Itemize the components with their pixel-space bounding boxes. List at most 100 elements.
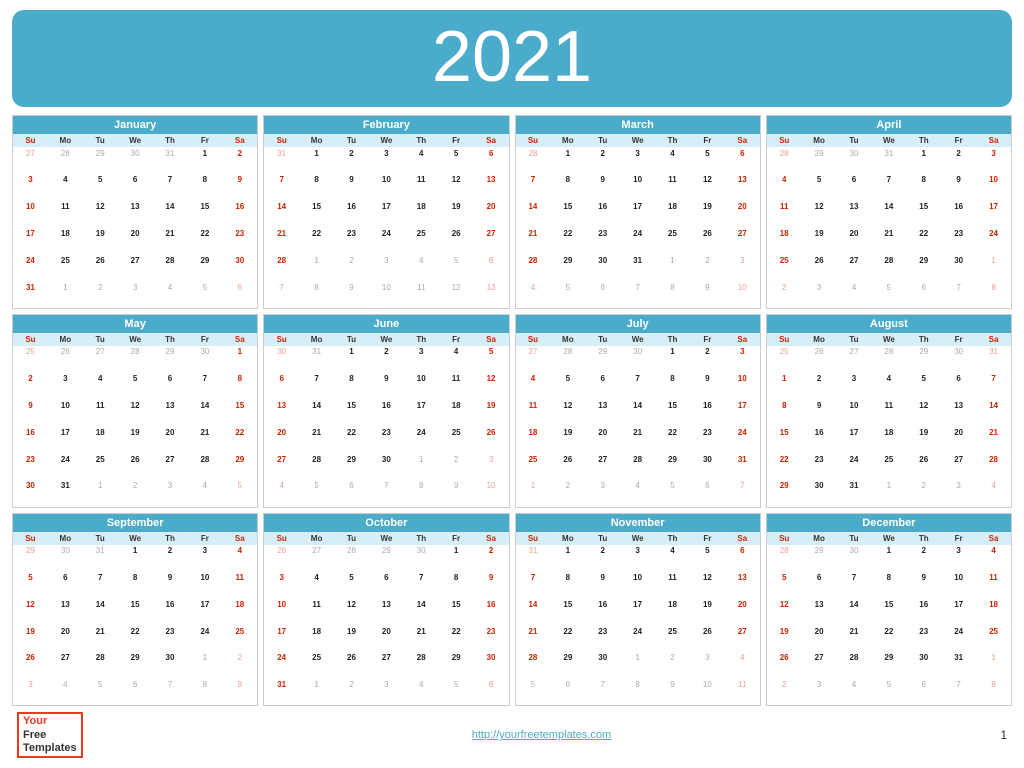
day-cell[interactable]: 2	[334, 679, 369, 706]
day-cell[interactable]: 8	[767, 400, 802, 427]
day-cell[interactable]: 1	[516, 480, 551, 507]
day-cell[interactable]: 7	[941, 281, 976, 308]
day-cell[interactable]: 30	[369, 453, 404, 480]
day-cell[interactable]: 8	[222, 373, 257, 400]
day-cell[interactable]: 15	[334, 400, 369, 427]
day-cell[interactable]: 5	[439, 147, 474, 174]
day-cell[interactable]: 14	[976, 400, 1011, 427]
day-cell[interactable]: 27	[837, 346, 872, 373]
day-cell[interactable]: 8	[976, 281, 1011, 308]
day-cell[interactable]: 30	[837, 545, 872, 572]
day-cell[interactable]: 11	[404, 281, 439, 308]
day-cell[interactable]: 4	[404, 254, 439, 281]
day-cell[interactable]: 4	[83, 373, 118, 400]
day-cell[interactable]: 14	[620, 400, 655, 427]
day-cell[interactable]: 7	[585, 679, 620, 706]
day-cell[interactable]: 28	[516, 147, 551, 174]
day-cell[interactable]: 2	[222, 147, 257, 174]
day-cell[interactable]: 13	[725, 174, 760, 201]
day-cell[interactable]: 3	[264, 571, 299, 598]
day-cell[interactable]: 12	[13, 598, 48, 625]
day-cell[interactable]: 28	[404, 652, 439, 679]
day-cell[interactable]: 12	[118, 400, 153, 427]
day-cell[interactable]: 1	[976, 652, 1011, 679]
day-cell[interactable]: 26	[48, 346, 83, 373]
day-cell[interactable]: 12	[906, 400, 941, 427]
day-cell[interactable]: 31	[620, 254, 655, 281]
day-cell[interactable]: 15	[906, 201, 941, 228]
day-cell[interactable]: 16	[690, 400, 725, 427]
day-cell[interactable]: 11	[725, 679, 760, 706]
day-cell[interactable]: 5	[13, 571, 48, 598]
day-cell[interactable]: 6	[941, 373, 976, 400]
day-cell[interactable]: 16	[222, 201, 257, 228]
day-cell[interactable]: 18	[48, 228, 83, 255]
day-cell[interactable]: 5	[299, 480, 334, 507]
day-cell[interactable]: 27	[725, 228, 760, 255]
day-cell[interactable]: 12	[802, 201, 837, 228]
day-cell[interactable]: 27	[299, 545, 334, 572]
day-cell[interactable]: 11	[655, 174, 690, 201]
day-cell[interactable]: 16	[802, 426, 837, 453]
day-cell[interactable]: 1	[299, 679, 334, 706]
day-cell[interactable]: 21	[187, 426, 222, 453]
day-cell[interactable]: 19	[83, 228, 118, 255]
day-cell[interactable]: 21	[404, 625, 439, 652]
day-cell[interactable]: 4	[837, 281, 872, 308]
day-cell[interactable]: 9	[690, 373, 725, 400]
day-cell[interactable]: 20	[941, 426, 976, 453]
day-cell[interactable]: 1	[655, 254, 690, 281]
day-cell[interactable]: 7	[404, 571, 439, 598]
day-cell[interactable]: 7	[837, 571, 872, 598]
day-cell[interactable]: 10	[620, 571, 655, 598]
day-cell[interactable]: 20	[153, 426, 188, 453]
day-cell[interactable]: 30	[13, 480, 48, 507]
day-cell[interactable]: 31	[48, 480, 83, 507]
day-cell[interactable]: 16	[13, 426, 48, 453]
day-cell[interactable]: 16	[941, 201, 976, 228]
day-cell[interactable]: 23	[941, 228, 976, 255]
day-cell[interactable]: 28	[516, 254, 551, 281]
day-cell[interactable]: 14	[264, 201, 299, 228]
day-cell[interactable]: 3	[474, 453, 509, 480]
day-cell[interactable]: 12	[767, 598, 802, 625]
day-cell[interactable]: 25	[976, 625, 1011, 652]
day-cell[interactable]: 17	[837, 426, 872, 453]
day-cell[interactable]: 18	[299, 625, 334, 652]
day-cell[interactable]: 30	[837, 147, 872, 174]
day-cell[interactable]: 4	[976, 480, 1011, 507]
day-cell[interactable]: 28	[871, 346, 906, 373]
day-cell[interactable]: 2	[83, 281, 118, 308]
day-cell[interactable]: 19	[13, 625, 48, 652]
day-cell[interactable]: 8	[439, 571, 474, 598]
day-cell[interactable]: 7	[516, 571, 551, 598]
day-cell[interactable]: 24	[837, 453, 872, 480]
day-cell[interactable]: 29	[222, 453, 257, 480]
day-cell[interactable]: 2	[153, 545, 188, 572]
day-cell[interactable]: 18	[655, 598, 690, 625]
day-cell[interactable]: 9	[222, 679, 257, 706]
day-cell[interactable]: 30	[941, 254, 976, 281]
day-cell[interactable]: 6	[474, 679, 509, 706]
day-cell[interactable]: 4	[516, 373, 551, 400]
day-cell[interactable]: 28	[187, 453, 222, 480]
day-cell[interactable]: 11	[222, 571, 257, 598]
day-cell[interactable]: 1	[299, 147, 334, 174]
day-cell[interactable]: 23	[474, 625, 509, 652]
day-cell[interactable]: 30	[690, 453, 725, 480]
day-cell[interactable]: 4	[837, 679, 872, 706]
day-cell[interactable]: 22	[767, 453, 802, 480]
day-cell[interactable]: 21	[976, 426, 1011, 453]
day-cell[interactable]: 11	[404, 174, 439, 201]
day-cell[interactable]: 27	[369, 652, 404, 679]
day-cell[interactable]: 29	[550, 652, 585, 679]
day-cell[interactable]: 9	[655, 679, 690, 706]
day-cell[interactable]: 20	[837, 228, 872, 255]
day-cell[interactable]: 31	[153, 147, 188, 174]
day-cell[interactable]: 4	[404, 147, 439, 174]
day-cell[interactable]: 5	[871, 679, 906, 706]
day-cell[interactable]: 17	[941, 598, 976, 625]
day-cell[interactable]: 2	[690, 254, 725, 281]
day-cell[interactable]: 6	[906, 281, 941, 308]
day-cell[interactable]: 4	[222, 545, 257, 572]
